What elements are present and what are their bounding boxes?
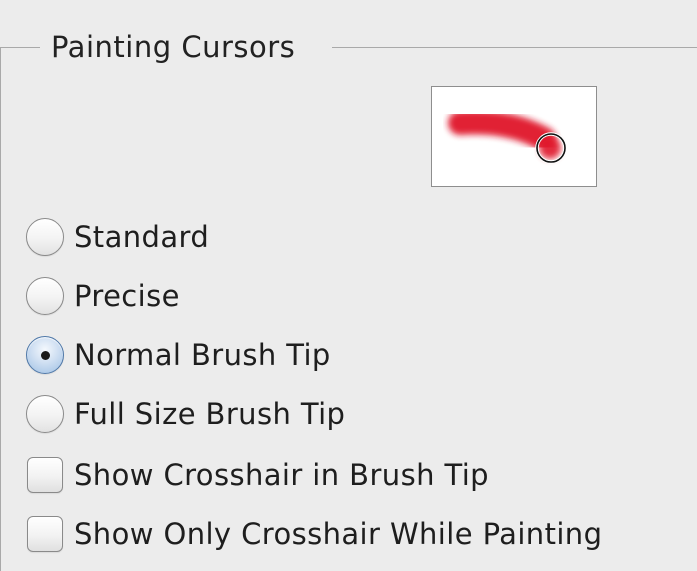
- radio-normal-brush-tip-button[interactable]: [26, 336, 64, 374]
- radio-precise-button[interactable]: [26, 277, 64, 315]
- checkbox-show-crosshair-label: Show Crosshair in Brush Tip: [74, 458, 489, 492]
- radio-selected-dot: [40, 350, 50, 360]
- radio-precise-label: Precise: [74, 279, 180, 313]
- brush-stroke: [448, 110, 556, 151]
- group-title: Painting Cursors: [51, 30, 296, 64]
- radio-standard-label: Standard: [74, 220, 210, 254]
- radio-standard-button[interactable]: [26, 218, 64, 256]
- group-border-top-right: [332, 47, 697, 48]
- checkbox-show-crosshair[interactable]: Show Crosshair in Brush Tip: [26, 455, 489, 495]
- group-border-top-left: [0, 47, 40, 48]
- group-border-left: [0, 47, 1, 571]
- checkbox-show-only-crosshair[interactable]: Show Only Crosshair While Painting: [26, 514, 602, 554]
- checkbox-show-crosshair-box[interactable]: [27, 457, 63, 493]
- checkbox-show-only-crosshair-box[interactable]: [27, 516, 63, 552]
- radio-normal-brush-tip[interactable]: Normal Brush Tip: [26, 335, 331, 375]
- cursor-preview: [431, 86, 597, 187]
- painting-cursors-panel: Painting Cursors Standard Precise Normal…: [0, 0, 697, 571]
- radio-full-size-brush-tip-button[interactable]: [26, 395, 64, 433]
- radio-normal-brush-tip-label: Normal Brush Tip: [74, 338, 331, 372]
- radio-standard[interactable]: Standard: [26, 217, 209, 257]
- radio-full-size-brush-tip[interactable]: Full Size Brush Tip: [26, 394, 345, 434]
- checkbox-show-only-crosshair-label: Show Only Crosshair While Painting: [74, 517, 603, 551]
- radio-precise[interactable]: Precise: [26, 276, 180, 316]
- radio-full-size-brush-tip-label: Full Size Brush Tip: [74, 397, 346, 431]
- brush-stroke-preview-icon: [448, 110, 567, 164]
